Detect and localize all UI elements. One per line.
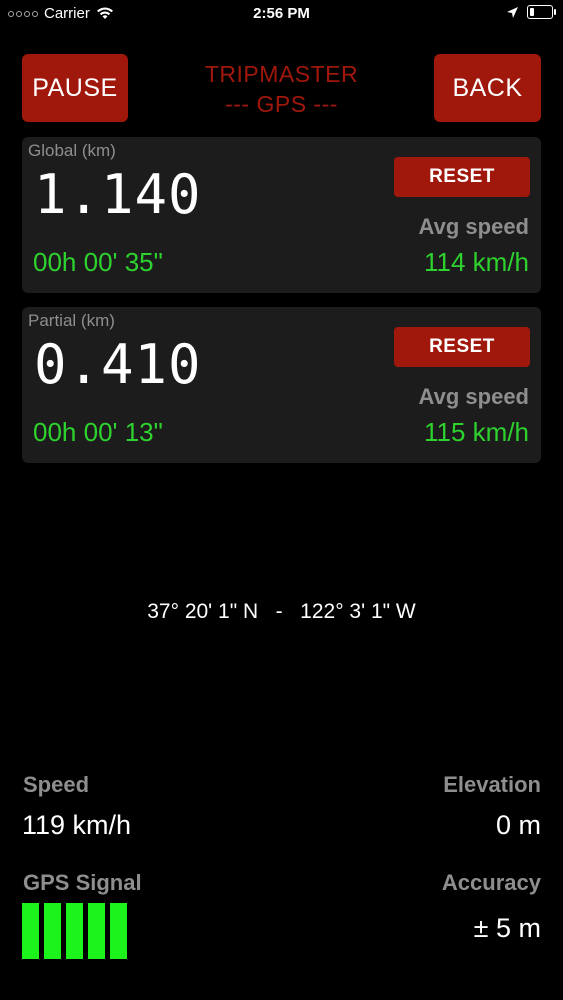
gps-signal-bar [44, 903, 61, 959]
partial-label: Partial (km) [28, 311, 115, 330]
partial-avg-speed-value: 115 km/h [423, 417, 529, 447]
gps-coordinates: 37° 20' 1" N - 122° 3' 1" W [147, 600, 416, 623]
accuracy-label: Accuracy [441, 870, 541, 895]
global-avg-speed-label: Avg speed [418, 214, 529, 239]
partial-trip-panel: Partial (km) 0.410 00h 00' 13" RESET Avg… [22, 307, 541, 463]
battery-icon [527, 5, 556, 19]
partial-reset-button[interactable]: RESET [394, 327, 530, 367]
gps-signal-label: GPS Signal [23, 870, 142, 895]
partial-avg-speed-label: Avg speed [418, 384, 529, 409]
elevation-label: Elevation [443, 772, 541, 797]
partial-distance: 0.410 [34, 333, 202, 396]
speed-value: 119 km/h [22, 810, 132, 840]
back-button[interactable]: BACK [434, 54, 541, 122]
gps-signal-bars [22, 903, 127, 959]
global-elapsed-time: 00h 00' 35" [33, 247, 163, 277]
battery-level [530, 8, 534, 16]
location-arrow-icon [507, 6, 518, 18]
global-label: Global (km) [28, 141, 116, 160]
gps-signal-bar [66, 903, 83, 959]
app-title: TRIPMASTER [204, 61, 359, 87]
gps-signal-bar [22, 903, 39, 959]
gps-signal-bar [110, 903, 127, 959]
accuracy-value: ± 5 m [473, 913, 541, 943]
global-avg-speed-value: 114 km/h [423, 247, 529, 277]
global-distance: 1.140 [34, 163, 202, 226]
speed-label: Speed [23, 772, 90, 797]
elevation-value: 0 m [495, 810, 541, 840]
global-reset-button[interactable]: RESET [394, 157, 530, 197]
status-right [506, 5, 556, 19]
pause-button[interactable]: PAUSE [22, 54, 128, 122]
status-time: 2:56 PM [253, 5, 310, 22]
app-subtitle: --- GPS --- [225, 91, 338, 117]
global-trip-panel: Global (km) 1.140 00h 00' 35" RESET Avg … [22, 137, 541, 293]
gps-signal-bar [88, 903, 105, 959]
partial-elapsed-time: 00h 00' 13" [33, 417, 163, 447]
status-bar: Carrier 2:56 PM [0, 0, 563, 30]
